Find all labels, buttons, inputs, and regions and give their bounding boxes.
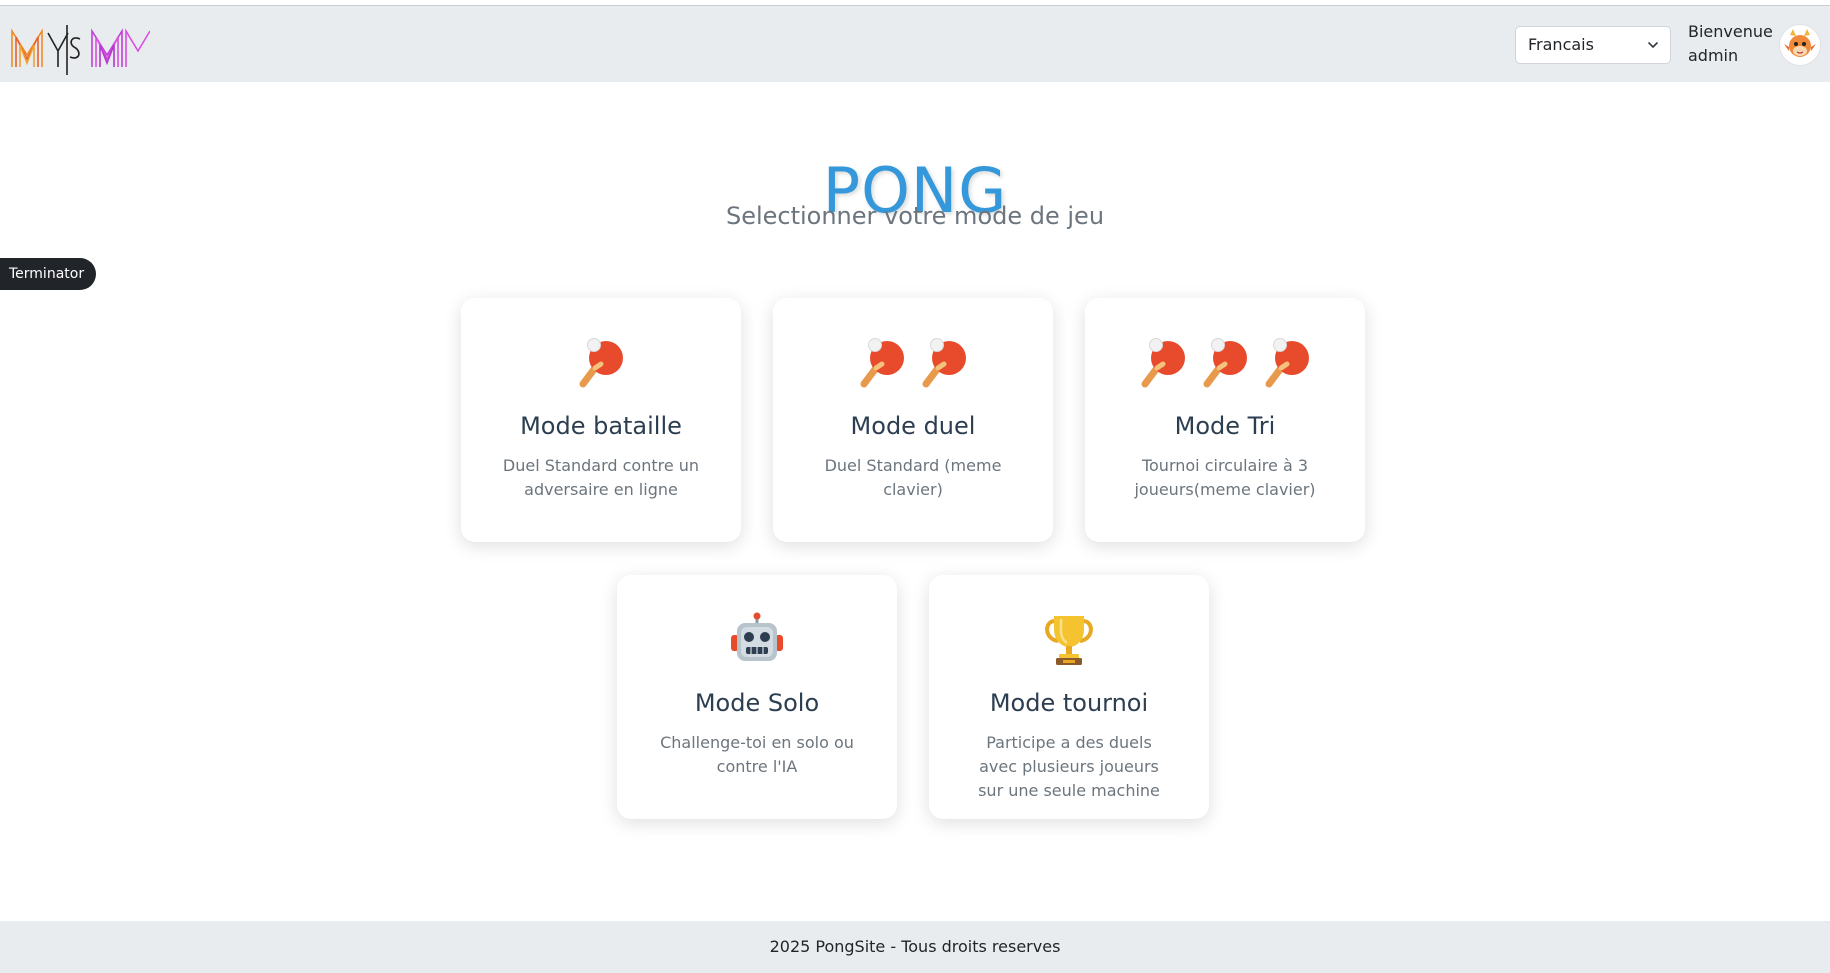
avatar[interactable] (1779, 24, 1821, 66)
mode-description: Challenge-toi en solo ou contre l'IA (660, 733, 854, 776)
chevron-down-icon (1648, 42, 1658, 48)
mode-icons (929, 611, 1209, 667)
footer-copyright: 2025 PongSite - Tous droits reserves (769, 937, 1061, 956)
mode-card-bataille[interactable]: Mode bataille Duel Standard contre un ad… (461, 298, 741, 542)
mode-title: Mode bataille (520, 412, 682, 440)
trophy-icon (1045, 616, 1093, 665)
mode-title: Mode Tri (1174, 412, 1276, 440)
mode-card-tri[interactable]: Mode Tri Tournoi circulaire à 3 joueurs(… (1085, 298, 1365, 542)
ping-pong-icon (860, 338, 904, 388)
welcome-greeting: Bienvenue (1688, 22, 1773, 41)
mode-card-solo[interactable]: Mode Solo Challenge-toi en solo ou contr… (617, 575, 897, 819)
mode-icons (1085, 334, 1365, 390)
welcome-username: admin (1688, 46, 1739, 65)
ping-pong-icon (1203, 338, 1247, 388)
mode-title: Mode Solo (694, 689, 820, 717)
ping-pong-icon (1265, 338, 1309, 388)
robot-icon (731, 612, 783, 661)
mysm-logo-icon (11, 25, 151, 75)
mode-description: Participe a des duels avec plusieurs jou… (978, 733, 1160, 800)
mode-icons (461, 334, 741, 390)
footer: 2025 PongSite - Tous droits reserves (0, 921, 1830, 973)
mode-title: Mode duel (850, 412, 976, 440)
mode-icons (617, 611, 897, 667)
page-subtitle: Selectionner votre mode de jeu (725, 202, 1105, 230)
site-logo[interactable] (10, 25, 151, 75)
mode-card-tournoi[interactable]: Mode tournoi Participe a des duels avec … (929, 575, 1209, 819)
language-select[interactable]: Francais (1515, 26, 1671, 64)
welcome-text: Bienvenue admin (1688, 20, 1773, 68)
mode-description: Duel Standard contre un adversaire en li… (502, 456, 700, 499)
mode-description: Tournoi circulaire à 3 joueurs(meme clav… (1134, 456, 1316, 499)
mode-title: Mode tournoi (989, 689, 1149, 717)
ping-pong-icon (922, 338, 966, 388)
dragon-avatar-icon (1784, 29, 1816, 57)
mode-card-duel[interactable]: Mode duel Duel Standard (meme clavier) (773, 298, 1053, 542)
ping-pong-icon (1141, 338, 1185, 388)
mode-description: Duel Standard (meme clavier) (824, 456, 1002, 499)
language-selected-value: Francais (1528, 35, 1594, 54)
mode-icons (773, 334, 1053, 390)
ping-pong-icon (579, 338, 623, 388)
terminator-badge[interactable]: Terminator (0, 258, 97, 290)
navbar: Francais Bienvenue admin (0, 6, 1830, 82)
